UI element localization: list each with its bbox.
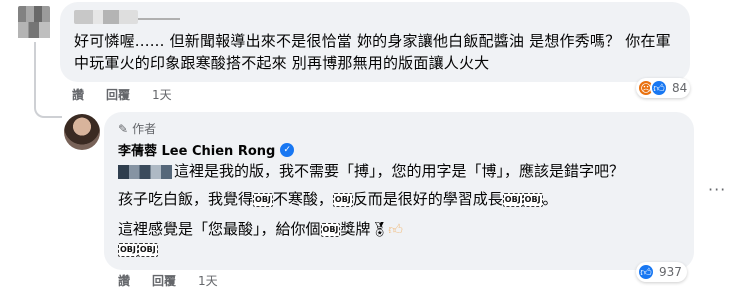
reply-line-2-text-d: 。 (542, 190, 558, 208)
obj-emoji-icon: OBJ (332, 192, 353, 207)
obj-emoji-icon: OBJ (522, 192, 543, 207)
commenter-name-blurred[interactable] (74, 10, 180, 24)
obj-emoji-icon: OBJ (502, 192, 523, 207)
reaction-summary[interactable]: ☹ 👍︎ 84 (636, 78, 691, 98)
reply-line-2-text-c: 反而是很好的學習成長 (352, 190, 503, 208)
commenter-avatar-blurred[interactable] (18, 6, 50, 38)
reply-line-1-text: 這裡是我的版，我不需要「搏」，您的用字是「博」，應該是錯字吧？ (174, 162, 625, 180)
pen-icon: ✎ (118, 121, 129, 136)
thread-connector (34, 42, 62, 118)
comment-bubble: 好可憐喔...... 但新聞報導出來不是很恰當 妳的身家讓他白飯配醬油 是想作秀… (60, 2, 690, 82)
reply-line-3-text-b: 獎牌 (340, 220, 371, 238)
author-name-text[interactable]: 李蒨蓉 Lee Chien Rong (118, 140, 275, 159)
like-icon: 👍︎ (637, 263, 655, 281)
author-badge: ✎ 作者 (118, 120, 156, 137)
reply-line-2-text-a: 孩子吃白飯，我覺得 (118, 190, 254, 208)
medal-icon: 🏅︎ (370, 221, 389, 238)
reaction-count: 84 (672, 81, 688, 95)
reply-line-3-text-a: 這裡感覺是「您最酸」，給你個 (118, 220, 321, 238)
obj-emoji-icon: OBJ (253, 192, 273, 207)
reaction-summary[interactable]: 👍︎ 937 (636, 262, 687, 282)
timestamp[interactable]: 1天 (152, 86, 172, 104)
like-icon: 👍︎ (650, 79, 668, 97)
comment-text: 好可憐喔...... 但新聞報導出來不是很恰當 妳的身家讓他白飯配醬油 是想作秀… (74, 32, 671, 72)
like-button[interactable]: 讚 (118, 272, 130, 289)
reply-line-2: 孩子吃白飯，我覺得 OBJ 不寒酸， OBJ 反而是很好的學習成長 OBJ OBJ。 (118, 188, 558, 210)
timestamp[interactable]: 1天 (198, 272, 218, 289)
reply-button[interactable]: 回覆 (152, 272, 176, 289)
obj-emoji-icon: OBJ (118, 242, 138, 257)
verified-icon: ✓ (280, 142, 295, 157)
author-avatar[interactable] (64, 114, 100, 150)
thumbs-up-icon: 👍︎ (388, 221, 403, 238)
reply-line-1: 這裡是我的版，我不需要「搏」，您的用字是「博」，應該是錯字吧？ (118, 160, 624, 182)
reply-line-4: OBJ OBJ (118, 238, 158, 260)
author-name[interactable]: 李蒨蓉 Lee Chien Rong ✓ (118, 140, 295, 159)
reaction-count: 937 (659, 265, 682, 279)
reply-line-3: 這裡感覺是「您最酸」，給你個 OBJ 獎牌🏅︎👍︎ (118, 218, 403, 241)
reply-bubble: ✎ 作者 李蒨蓉 Lee Chien Rong ✓ 這裡是我的版，我不需要「搏」… (104, 112, 694, 270)
reply-actions: 讚 回覆 1天 (118, 272, 218, 289)
more-options-icon[interactable]: ··· (708, 180, 726, 199)
reply-line-2-text-b: 不寒酸， (272, 190, 333, 208)
like-button[interactable]: 讚 (72, 86, 84, 104)
mention-blurred[interactable] (118, 164, 172, 179)
obj-emoji-icon: OBJ (137, 242, 158, 257)
author-badge-label: 作者 (132, 122, 157, 136)
obj-emoji-icon: OBJ (320, 222, 341, 237)
comment-actions: 讚 回覆 1天 (72, 86, 172, 104)
reply-button[interactable]: 回覆 (106, 86, 130, 104)
